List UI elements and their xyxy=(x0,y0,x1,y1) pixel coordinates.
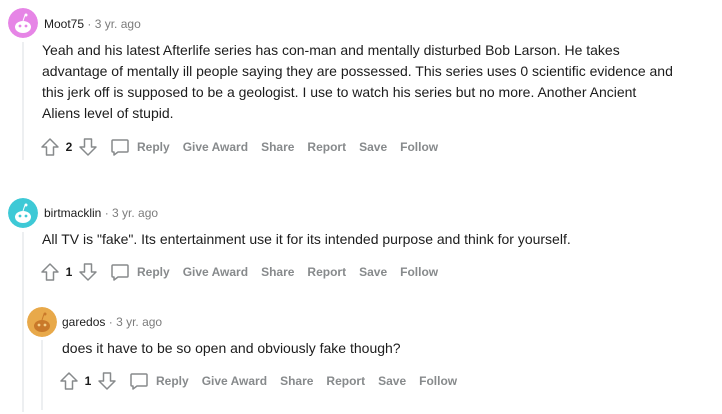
comment-line: advantage of mentally ill people saying … xyxy=(42,63,673,79)
downvote-button[interactable] xyxy=(76,260,100,284)
meta-separator: · xyxy=(87,17,92,31)
vote-score: 1 xyxy=(84,374,92,388)
comment-meta: birtmacklin · 3 yr. ago xyxy=(44,205,158,221)
downvote-arrow-icon xyxy=(79,138,97,156)
share-button[interactable]: Share xyxy=(261,265,294,279)
comment-line: All TV is "fake". Its entertainment use … xyxy=(42,231,571,247)
comment-line: does it have to be so open and obviously… xyxy=(62,340,401,356)
user-avatar[interactable] xyxy=(27,307,57,337)
reply-label: Reply xyxy=(137,140,170,154)
upvote-arrow-icon xyxy=(41,263,59,281)
comment-meta: garedos · 3 yr. ago xyxy=(62,314,162,330)
save-button[interactable]: Save xyxy=(359,265,387,279)
snoo-avatar-icon xyxy=(27,307,57,337)
meta-separator: · xyxy=(108,315,113,329)
comment-reply: garedos · 3 yr. ago does it have to be s… xyxy=(0,300,722,414)
follow-button[interactable]: Follow xyxy=(400,140,438,154)
reply-label: Reply xyxy=(137,265,170,279)
vote-score: 2 xyxy=(65,140,73,154)
timestamp[interactable]: 3 yr. ago xyxy=(112,206,158,220)
comment-actions: 2 Reply Give Award Share Report Save Fol… xyxy=(38,135,438,159)
upvote-arrow-icon xyxy=(41,138,59,156)
reply-button[interactable]: Reply xyxy=(110,262,170,282)
comment-line: this jerk off is supposed to be a geolog… xyxy=(42,84,637,100)
report-button[interactable]: Report xyxy=(307,140,346,154)
give-award-button[interactable]: Give Award xyxy=(202,374,267,388)
reply-button[interactable]: Reply xyxy=(129,371,189,391)
upvote-button[interactable] xyxy=(57,369,81,393)
give-award-button[interactable]: Give Award xyxy=(183,140,248,154)
comment: Moot75 · 3 yr. ago Yeah and his latest A… xyxy=(0,0,722,170)
snoo-avatar-icon xyxy=(8,198,38,228)
comment-actions: 1 Reply Give Award Share Report Save Fol… xyxy=(38,260,438,284)
share-button[interactable]: Share xyxy=(280,374,313,388)
speech-bubble-icon xyxy=(111,139,129,156)
downvote-arrow-icon xyxy=(98,372,116,390)
snoo-avatar-icon xyxy=(8,8,38,38)
downvote-button[interactable] xyxy=(95,369,119,393)
comment-body: Yeah and his latest Afterlife series has… xyxy=(42,40,712,124)
downvote-arrow-icon xyxy=(79,263,97,281)
username[interactable]: birtmacklin xyxy=(44,206,101,220)
upvote-arrow-icon xyxy=(60,372,78,390)
timestamp[interactable]: 3 yr. ago xyxy=(95,17,141,31)
comment-body: All TV is "fake". Its entertainment use … xyxy=(42,229,712,250)
user-avatar[interactable] xyxy=(8,198,38,228)
thread-line[interactable] xyxy=(22,42,24,160)
timestamp[interactable]: 3 yr. ago xyxy=(116,315,162,329)
reply-label: Reply xyxy=(156,374,189,388)
comment-line: Yeah and his latest Afterlife series has… xyxy=(42,42,620,58)
vote-score: 1 xyxy=(65,265,73,279)
comment-body: does it have to be so open and obviously… xyxy=(62,338,712,359)
report-button[interactable]: Report xyxy=(307,265,346,279)
share-button[interactable]: Share xyxy=(261,140,294,154)
meta-separator: · xyxy=(104,206,109,220)
save-button[interactable]: Save xyxy=(359,140,387,154)
speech-bubble-icon xyxy=(111,264,129,281)
thread-line[interactable] xyxy=(41,340,43,410)
comment-line: Aliens level of stupid. xyxy=(42,105,174,121)
reply-button[interactable]: Reply xyxy=(110,137,170,157)
upvote-button[interactable] xyxy=(38,260,62,284)
give-award-button[interactable]: Give Award xyxy=(183,265,248,279)
username[interactable]: Moot75 xyxy=(44,17,84,31)
comment-actions: 1 Reply Give Award Share Report Save Fol… xyxy=(57,369,457,393)
comment-meta: Moot75 · 3 yr. ago xyxy=(44,16,141,32)
report-button[interactable]: Report xyxy=(326,374,365,388)
downvote-button[interactable] xyxy=(76,135,100,159)
speech-bubble-icon xyxy=(130,373,148,390)
save-button[interactable]: Save xyxy=(378,374,406,388)
follow-button[interactable]: Follow xyxy=(400,265,438,279)
user-avatar[interactable] xyxy=(8,8,38,38)
upvote-button[interactable] xyxy=(38,135,62,159)
username[interactable]: garedos xyxy=(62,315,105,329)
follow-button[interactable]: Follow xyxy=(419,374,457,388)
